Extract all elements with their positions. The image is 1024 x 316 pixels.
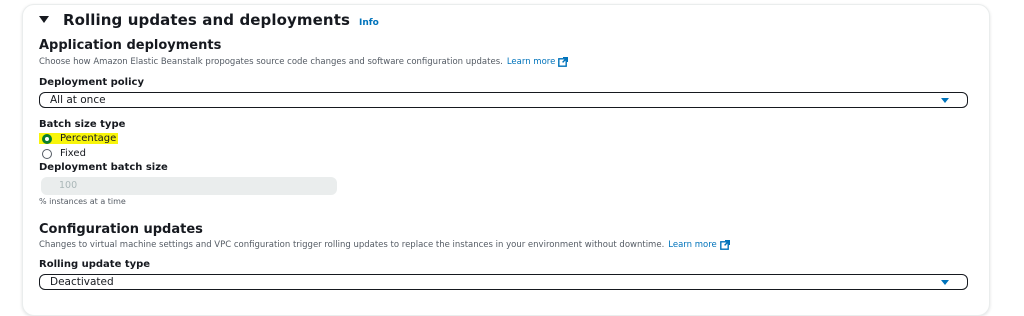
deployment-batch-size-value: 100 <box>59 180 78 191</box>
radio-percentage-label: Percentage <box>60 133 117 144</box>
deployment-policy-value: All at once <box>50 94 106 106</box>
external-link-icon[interactable] <box>719 240 730 250</box>
learn-more-link[interactable]: Learn more <box>668 240 716 250</box>
section-title: Rolling updates and deployments <box>63 11 351 29</box>
info-link[interactable]: Info <box>359 18 379 28</box>
configuration-updates-heading: Configuration updates <box>39 222 203 237</box>
description-text: Changes to virtual machine settings and … <box>39 240 665 250</box>
radio-icon[interactable] <box>42 133 52 144</box>
radio-icon[interactable] <box>42 148 52 159</box>
configuration-updates-description: Changes to virtual machine settings and … <box>39 240 730 250</box>
application-deployments-heading: Application deployments <box>39 38 222 53</box>
deployment-batch-size-input: 100 <box>41 177 337 195</box>
deployment-policy-select[interactable]: All at once <box>39 92 968 108</box>
radio-fixed-label: Fixed <box>60 148 86 159</box>
learn-more-link[interactable]: Learn more <box>507 57 555 67</box>
radio-fixed[interactable]: Fixed <box>42 148 86 159</box>
deployment-batch-size-hint: % instances at a time <box>39 197 126 206</box>
rolling-updates-panel: Rolling updates and deployments Info App… <box>22 4 990 316</box>
batch-size-type-label: Batch size type <box>39 119 126 130</box>
rolling-update-type-select[interactable]: Deactivated <box>39 274 968 290</box>
rolling-update-type-label: Rolling update type <box>39 259 151 270</box>
deployment-policy-label: Deployment policy <box>39 77 144 88</box>
section-header[interactable]: Rolling updates and deployments Info <box>39 11 379 29</box>
description-text: Choose how Amazon Elastic Beanstalk prop… <box>39 57 503 67</box>
dropdown-caret-icon <box>941 280 949 285</box>
highlight: Percentage <box>39 133 119 144</box>
rolling-update-type-value: Deactivated <box>50 276 114 288</box>
radio-percentage[interactable]: Percentage <box>39 133 119 144</box>
application-deployments-description: Choose how Amazon Elastic Beanstalk prop… <box>39 57 569 67</box>
external-link-icon[interactable] <box>558 57 569 67</box>
deployment-batch-size-label: Deployment batch size <box>39 162 168 173</box>
dropdown-caret-icon <box>941 98 949 103</box>
caret-down-icon[interactable] <box>39 16 49 23</box>
